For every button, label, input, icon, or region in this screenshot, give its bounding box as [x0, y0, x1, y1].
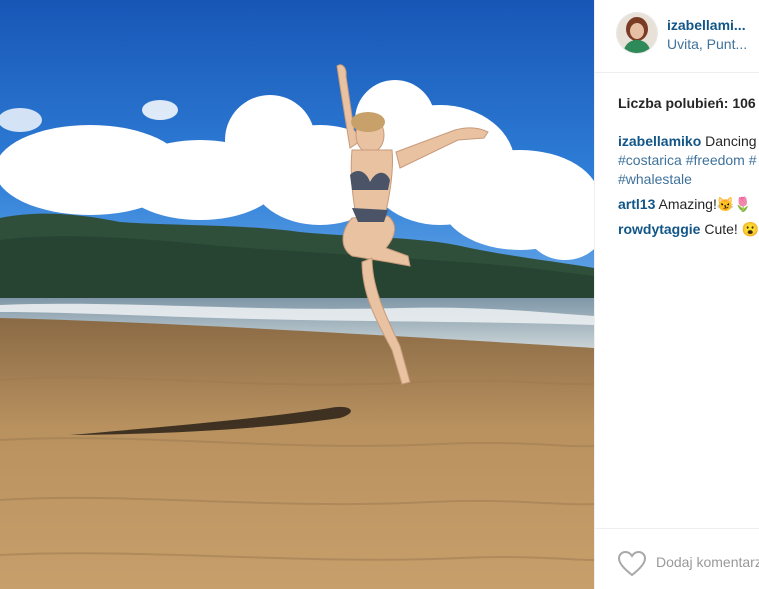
avatar[interactable]	[617, 13, 657, 53]
likes-count[interactable]: Liczba polubień: 106	[618, 95, 756, 111]
caption-text: Dancing	[705, 133, 757, 149]
caption-author[interactable]: izabellamiko	[618, 133, 701, 149]
caption: izabellamiko Dancing #costarica #freedom…	[618, 132, 759, 189]
comment-text: Amazing!😼🌷	[658, 196, 752, 212]
post-photo[interactable]	[0, 0, 594, 589]
post-location[interactable]: Uvita, Punt...	[667, 36, 747, 52]
add-comment-input[interactable]	[656, 551, 759, 573]
comment-item: artl13 Amazing!😼🌷	[618, 195, 759, 214]
comments-list: izabellamiko Dancing #costarica #freedom…	[618, 132, 759, 239]
caption-hashtags-line-1[interactable]: #costarica #freedom #	[618, 151, 759, 170]
post-sidebar: izabellami... Uvita, Punt... Liczba polu…	[594, 0, 759, 589]
heart-outline-icon[interactable]	[617, 550, 647, 577]
caption-hashtags-line-2[interactable]: #whalestale	[618, 170, 759, 189]
comment-author[interactable]: rowdytaggie	[618, 221, 700, 237]
hair	[351, 112, 385, 132]
comment-author[interactable]: artl13	[618, 196, 655, 212]
comment-item: rowdytaggie Cute! 😮	[618, 220, 759, 239]
post-footer	[595, 528, 759, 589]
comment-text: Cute! 😮	[704, 221, 759, 237]
post-header: izabellami... Uvita, Punt...	[595, 0, 759, 73]
beach	[0, 318, 594, 589]
post-username[interactable]: izabellami...	[667, 17, 746, 33]
